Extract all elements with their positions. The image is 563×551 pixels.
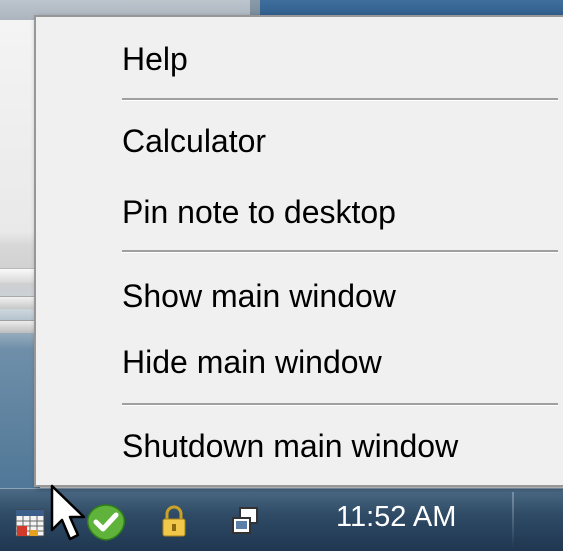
tray-context-menu: Help Calculator Pin note to desktop Show… — [34, 15, 563, 487]
taskbar-clock[interactable]: 11:52 AM — [336, 500, 496, 534]
menu-item-shutdown-main-window[interactable]: Shutdown main window — [36, 415, 563, 477]
menu-separator — [122, 403, 558, 406]
menu-item-label: Calculator — [122, 123, 267, 159]
menu-item-show-main-window[interactable]: Show main window — [36, 265, 563, 327]
menu-item-pin-note[interactable]: Pin note to desktop — [36, 181, 563, 243]
menu-separator — [122, 250, 558, 253]
security-shield-icon[interactable] — [84, 502, 128, 542]
menu-item-label: Hide main window — [122, 344, 382, 380]
menu-item-help[interactable]: Help — [36, 28, 563, 90]
app-calendar-icon[interactable] — [14, 506, 46, 538]
mouse-pointer-icon — [50, 484, 86, 541]
menu-item-label: Show main window — [122, 278, 396, 314]
network-icon[interactable] — [230, 505, 260, 537]
menu-separator — [122, 98, 558, 101]
menu-item-label: Shutdown main window — [122, 428, 459, 464]
menu-item-label: Help — [122, 41, 188, 77]
lock-icon[interactable] — [160, 504, 188, 538]
menu-item-calculator[interactable]: Calculator — [36, 110, 563, 172]
menu-item-label: Pin note to desktop — [122, 194, 396, 230]
menu-item-hide-main-window[interactable]: Hide main window — [36, 331, 563, 393]
tray-divider — [512, 492, 514, 547]
